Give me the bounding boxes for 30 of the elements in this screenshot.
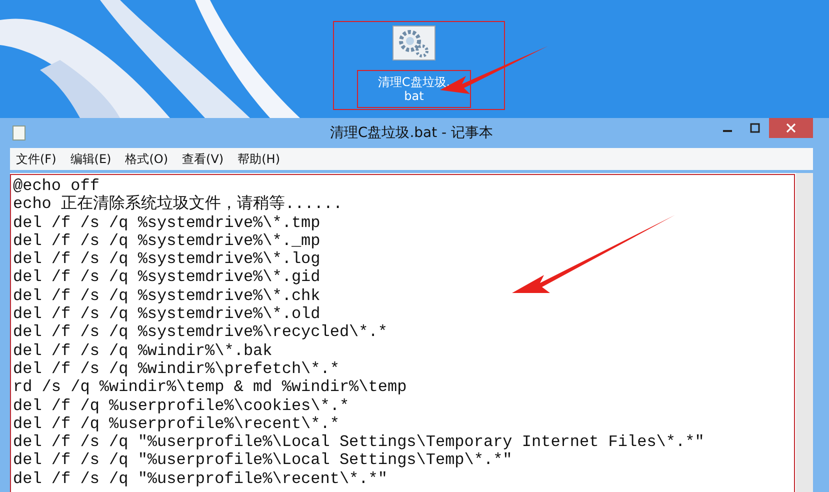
code-line: del /f /s /q %windir%\*.bak <box>13 342 274 360</box>
code-line: echo 正在清除系统垃圾文件，请稍等...... <box>13 195 344 214</box>
maximize-icon <box>750 123 760 133</box>
code-line: del /f /s /q %systemdrive%\*.gid <box>13 268 322 287</box>
code-line: del /f /s /q "%userprofile%\Local Settings\Temp\*.*" <box>13 451 514 470</box>
scrollbar[interactable] <box>796 173 813 492</box>
code-line: del /f /s /q %systemdrive%\recycled\*.* <box>13 323 388 342</box>
code-line: del /f /s /q "%userprofile%\Local Settings\Temporary Internet Files\*.*" <box>13 433 706 452</box>
code-line: rd /s /q %windir%\temp & md %windir%\temp <box>13 378 408 397</box>
code-line: del /f /s /q %windir%\prefetch\*.* <box>13 360 340 378</box>
close-icon <box>786 123 796 133</box>
menu-item[interactable]: 格式(O) <box>125 150 168 168</box>
minimize-icon <box>722 130 732 132</box>
menu-item[interactable]: 帮助(H) <box>238 150 280 168</box>
code-line: del /f /s /q %systemdrive%\*.log <box>13 250 322 268</box>
code-line: @echo off <box>13 177 100 195</box>
code-line: del /f /s /q %systemdrive%\*._mp <box>13 232 322 250</box>
code-line: del /f /s /q %systemdrive%\*.chk <box>13 286 322 306</box>
code-line: del /f /q %userprofile%\recent\*.* <box>13 414 340 434</box>
close-button[interactable] <box>769 118 813 138</box>
menu-item[interactable]: 文件(F) <box>16 150 56 168</box>
menu-item[interactable]: 查看(V) <box>182 150 224 168</box>
menu-item[interactable]: 编辑(E) <box>70 150 112 168</box>
window-title: 清理C盘垃圾.bat - 记事本 <box>330 124 494 142</box>
notepad-icon <box>12 125 26 141</box>
code-line: del /f /s /q %systemdrive%\*.tmp <box>13 214 322 232</box>
code-line: del /f /s /q "%userprofile%\recent\*.*" <box>13 470 388 488</box>
code-line: del /f /s /q %systemdrive%\*.old <box>13 305 322 324</box>
gear-icon <box>392 25 436 61</box>
code-line: del /f /q %userprofile%\cookies\*.* <box>13 396 350 415</box>
